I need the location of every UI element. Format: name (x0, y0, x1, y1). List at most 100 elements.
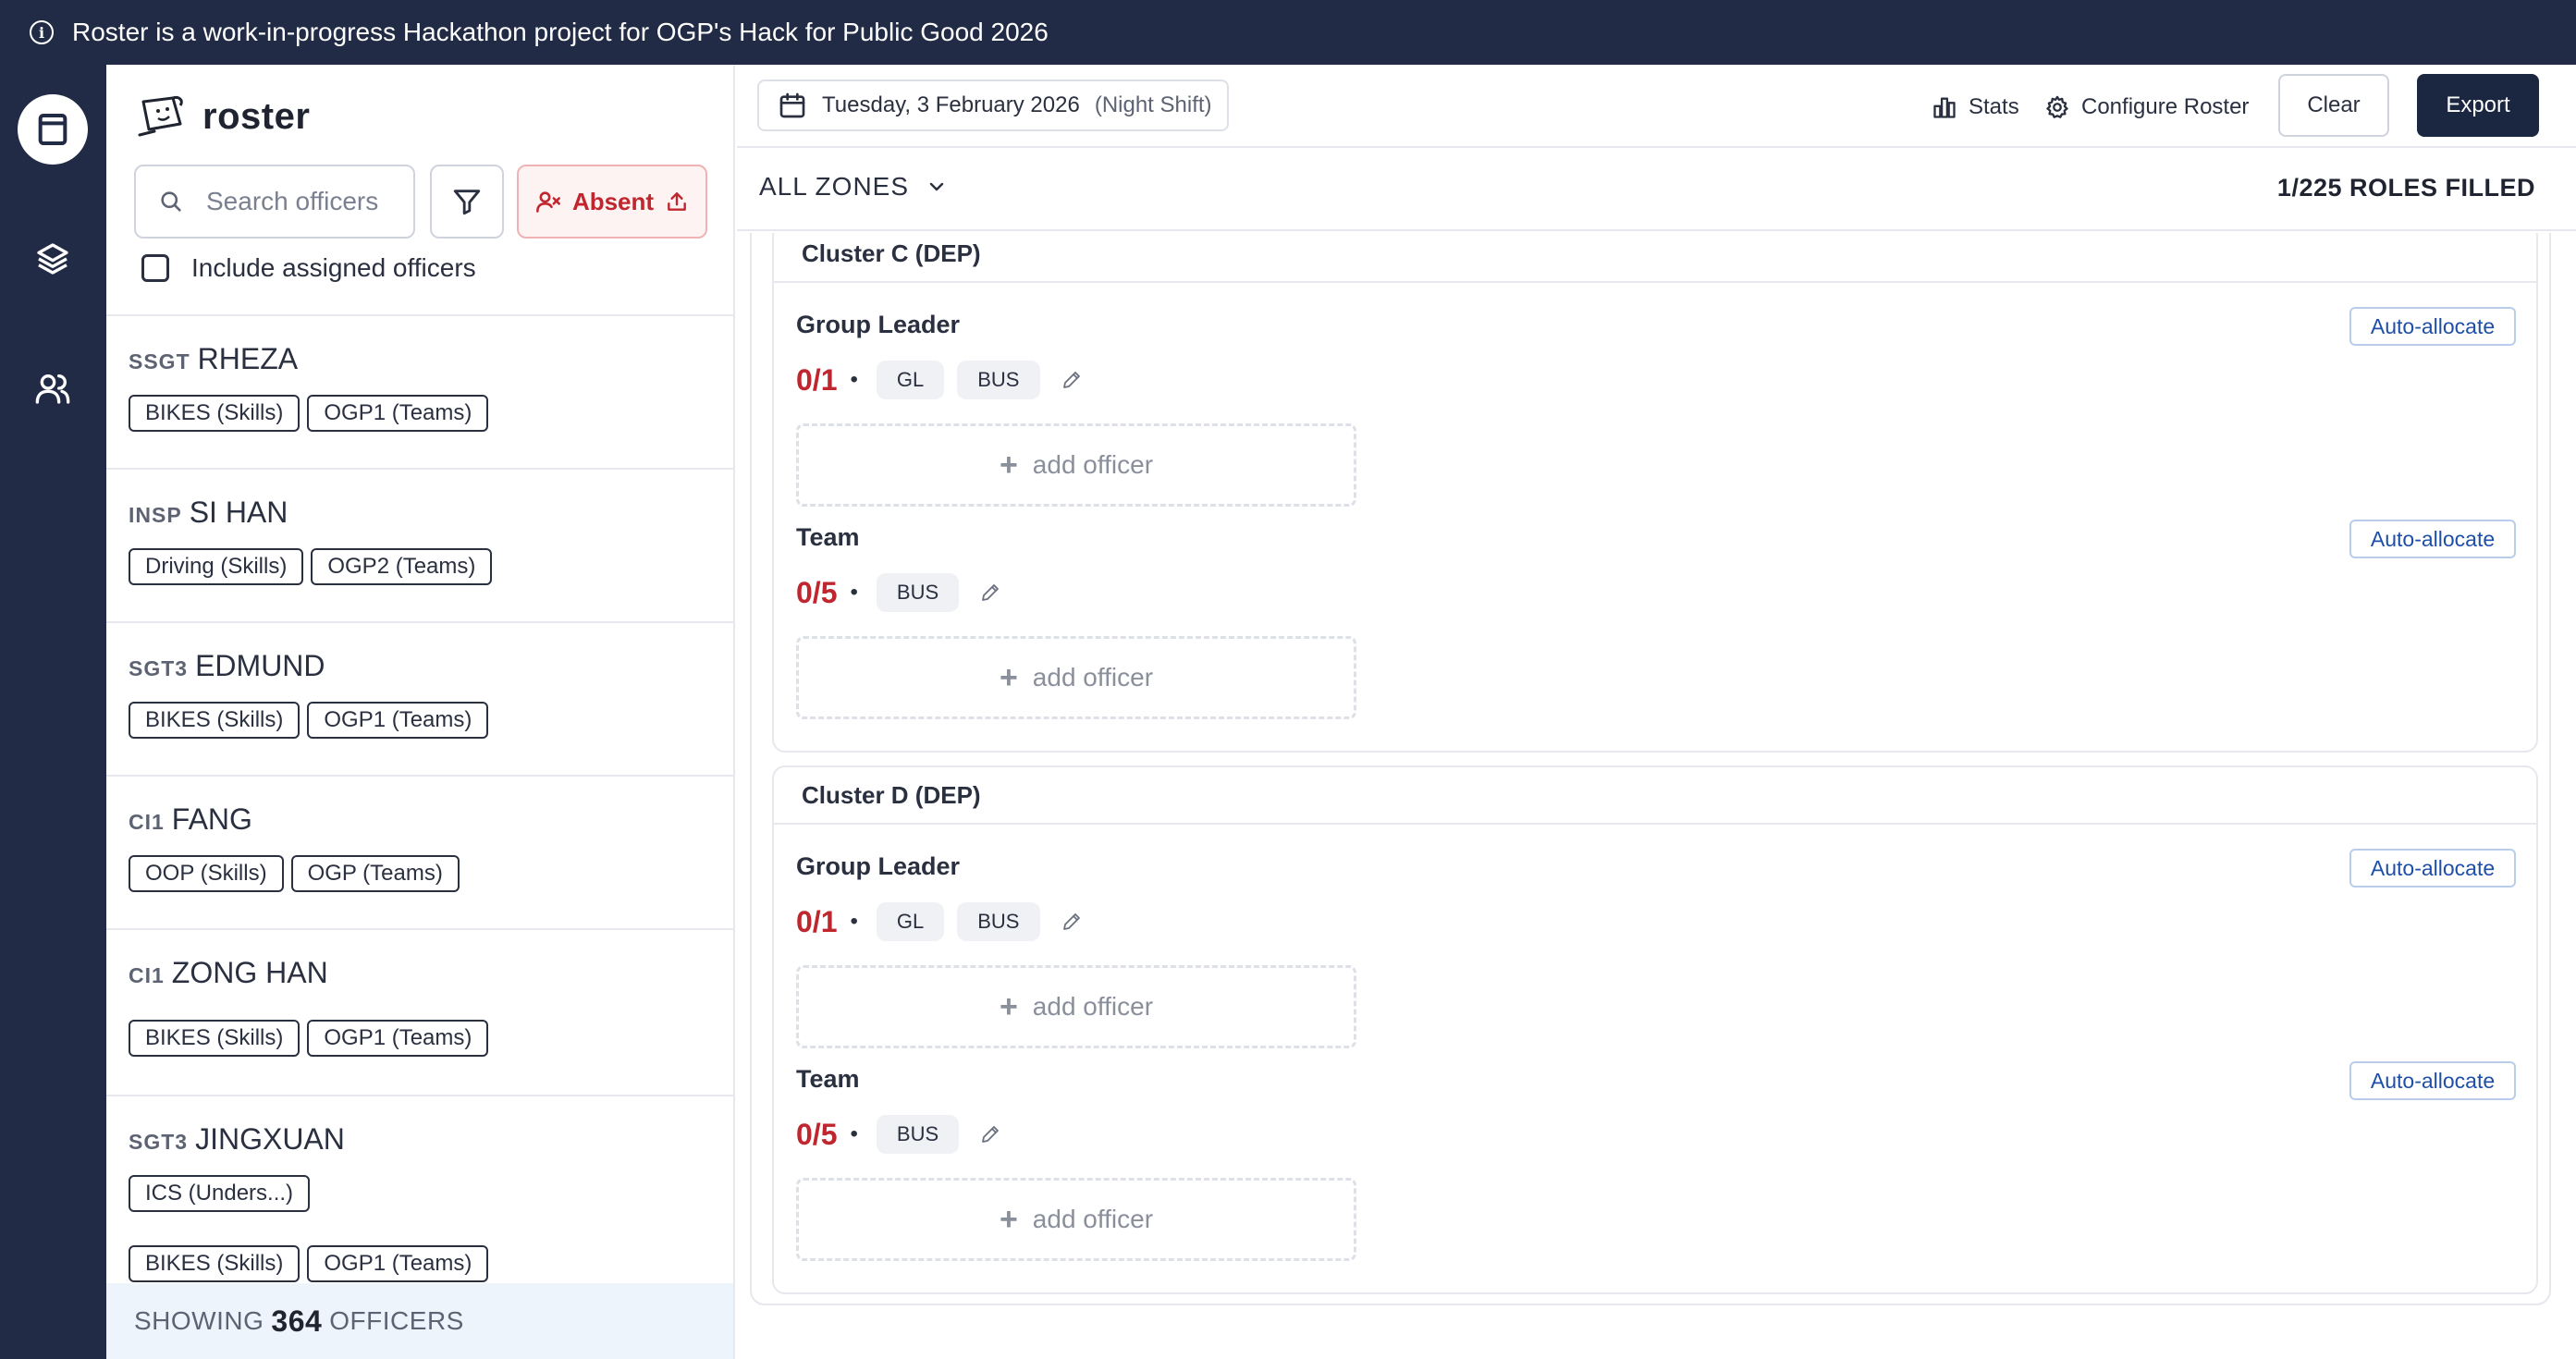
officer-name-text: FANG (171, 802, 252, 836)
officer-card[interactable]: INSP SI HAN Driving (Skills) OGP2 (Teams) (106, 468, 733, 621)
officer-card[interactable]: SGT3 JINGXUAN ICS (Unders...) BIKES (Skil… (106, 1095, 733, 1289)
officer-name-text: JINGXUAN (195, 1122, 345, 1156)
role-title: Team (796, 523, 860, 551)
filter-button[interactable] (430, 165, 504, 239)
officer-tag: OGP1 (Teams) (307, 395, 489, 432)
rail-users-button[interactable] (18, 353, 88, 423)
officer-card[interactable]: SGT3 EDMUND BIKES (Skills) OGP1 (Teams) (106, 621, 733, 775)
officer-count-footer: SHOWING 364 OFFICERS (106, 1283, 733, 1359)
role-pill: GL (876, 361, 945, 399)
add-officer-slot[interactable]: + add officer (796, 636, 1356, 719)
stats-label: Stats (1969, 94, 2019, 119)
officer-rank: CI1 (129, 963, 165, 987)
role-team: Team Auto-allocate 0/5 • BUS + add offic… (774, 1037, 2536, 1261)
officer-name: INSP SI HAN (129, 470, 711, 530)
date-text: Tuesday, 3 February 2026 (822, 92, 1080, 117)
export-button[interactable]: Export (2417, 74, 2539, 137)
auto-allocate-button[interactable]: Auto-allocate (2349, 849, 2516, 888)
officer-tag: OGP1 (Teams) (307, 1020, 489, 1057)
auto-allocate-button[interactable]: Auto-allocate (2349, 520, 2516, 558)
showing-count: 364 (271, 1304, 323, 1338)
role-meta: 0/5 • BUS (796, 1115, 1001, 1154)
add-officer-slot[interactable]: + add officer (796, 423, 1356, 507)
role-pill: BUS (957, 361, 1040, 399)
officer-name: SGT3 EDMUND (129, 623, 711, 683)
pencil-icon[interactable] (979, 582, 1001, 604)
officer-name-text: ZONG HAN (171, 956, 328, 989)
officer-name: SGT3 JINGXUAN (129, 1096, 711, 1157)
search-box[interactable] (134, 165, 415, 239)
officer-list: SSGT RHEZA BIKES (Skills) OGP1 (Teams) IN… (106, 314, 733, 1289)
shift-text: (Night Shift) (1094, 92, 1212, 117)
roles-filled-counter: 1/225 ROLES FILLED (2276, 174, 2535, 202)
role-meta: 0/5 • BUS (796, 573, 1001, 612)
include-assigned-toggle[interactable]: Include assigned officers (141, 253, 476, 283)
stats-button[interactable]: Stats (1932, 81, 2019, 133)
layers-icon (37, 243, 68, 275)
officer-rank: INSP (129, 503, 182, 527)
officer-rank: SGT3 (129, 656, 189, 680)
include-assigned-label: Include assigned officers (191, 253, 476, 282)
upload-icon (668, 192, 686, 211)
rail-roster-button[interactable] (18, 94, 88, 165)
pencil-icon[interactable] (979, 1123, 1001, 1145)
officer-tag: OOP (Skills) (129, 855, 284, 892)
role-pill: BUS (876, 573, 960, 612)
role-title: Group Leader (796, 852, 961, 880)
officer-card[interactable]: SSGT RHEZA BIKES (Skills) OGP1 (Teams) (106, 314, 733, 468)
date-picker[interactable]: Tuesday, 3 February 2026 (Night Shift) (757, 80, 1229, 131)
showing-suffix: OFFICERS (329, 1306, 464, 1335)
include-assigned-checkbox[interactable] (141, 254, 169, 282)
search-input[interactable] (206, 187, 410, 216)
add-officer-slot[interactable]: + add officer (796, 1178, 1356, 1261)
absent-label: Absent (571, 187, 655, 215)
chevron-down-icon (929, 182, 944, 191)
absent-button[interactable]: Absent (517, 165, 707, 239)
plus-icon: + (999, 988, 1018, 1024)
clipboard-icon (38, 114, 67, 145)
rail-layers-button[interactable] (18, 224, 88, 294)
plus-icon: + (999, 659, 1018, 695)
add-officer-label: add officer (1032, 450, 1154, 479)
officer-name: CI1 ZONG HAN (129, 930, 711, 990)
pencil-icon[interactable] (1061, 911, 1083, 933)
officer-name: CI1 FANG (129, 777, 711, 837)
officer-tag: OGP1 (Teams) (307, 702, 489, 739)
auto-allocate-button[interactable]: Auto-allocate (2349, 307, 2516, 346)
cluster-title: Cluster C (DEP) (774, 233, 2536, 283)
role-count: 0/5 (796, 575, 838, 609)
showing-prefix: SHOWING (134, 1306, 264, 1335)
brand: roster (136, 92, 310, 141)
officer-name-text: RHEZA (197, 342, 299, 375)
role-pill: BUS (876, 1115, 960, 1154)
roster-main: Cluster C (DEP) Group Leader Auto-alloca… (737, 233, 2576, 1359)
zone-label: ALL ZONES (759, 172, 910, 201)
app-name: roster (202, 95, 311, 137)
zone-select[interactable]: ALL ZONES (759, 172, 948, 202)
cluster-title: Cluster D (DEP) (774, 767, 2536, 825)
announcement-banner: i Roster is a work-in-progress Hackathon… (0, 0, 2576, 65)
configure-label: Configure Roster (2081, 94, 2250, 119)
filter-icon (453, 190, 481, 215)
officer-card[interactable]: CI1 FANG OOP (Skills) OGP (Teams) (106, 775, 733, 928)
clear-button[interactable]: Clear (2278, 74, 2389, 137)
role-group-leader: Group Leader Auto-allocate 0/1 • GL BUS … (774, 283, 2536, 507)
configure-roster-button[interactable]: Configure Roster (2044, 81, 2249, 133)
officer-tag: ICS (Unders...) (129, 1175, 311, 1212)
role-pill: GL (876, 902, 945, 941)
add-officer-slot[interactable]: + add officer (796, 965, 1356, 1048)
auto-allocate-button[interactable]: Auto-allocate (2349, 1061, 2516, 1100)
role-title: Group Leader (796, 311, 961, 338)
officer-tag: BIKES (Skills) (129, 702, 301, 739)
add-officer-label: add officer (1032, 992, 1154, 1021)
user-x-icon (535, 191, 560, 213)
search-icon (161, 191, 181, 212)
cluster-card: Cluster D (DEP) Group Leader Auto-alloca… (772, 765, 2538, 1294)
officer-rank: SGT3 (129, 1130, 189, 1154)
pencil-icon[interactable] (1061, 369, 1083, 391)
officer-name-text: SI HAN (189, 496, 288, 529)
calendar-icon (779, 92, 805, 118)
officer-card[interactable]: CI1 ZONG HAN BIKES (Skills) OGP1 (Teams) (106, 928, 733, 1095)
role-meta: 0/1 • GL BUS (796, 361, 1083, 399)
bar-chart-icon (1933, 97, 1956, 118)
